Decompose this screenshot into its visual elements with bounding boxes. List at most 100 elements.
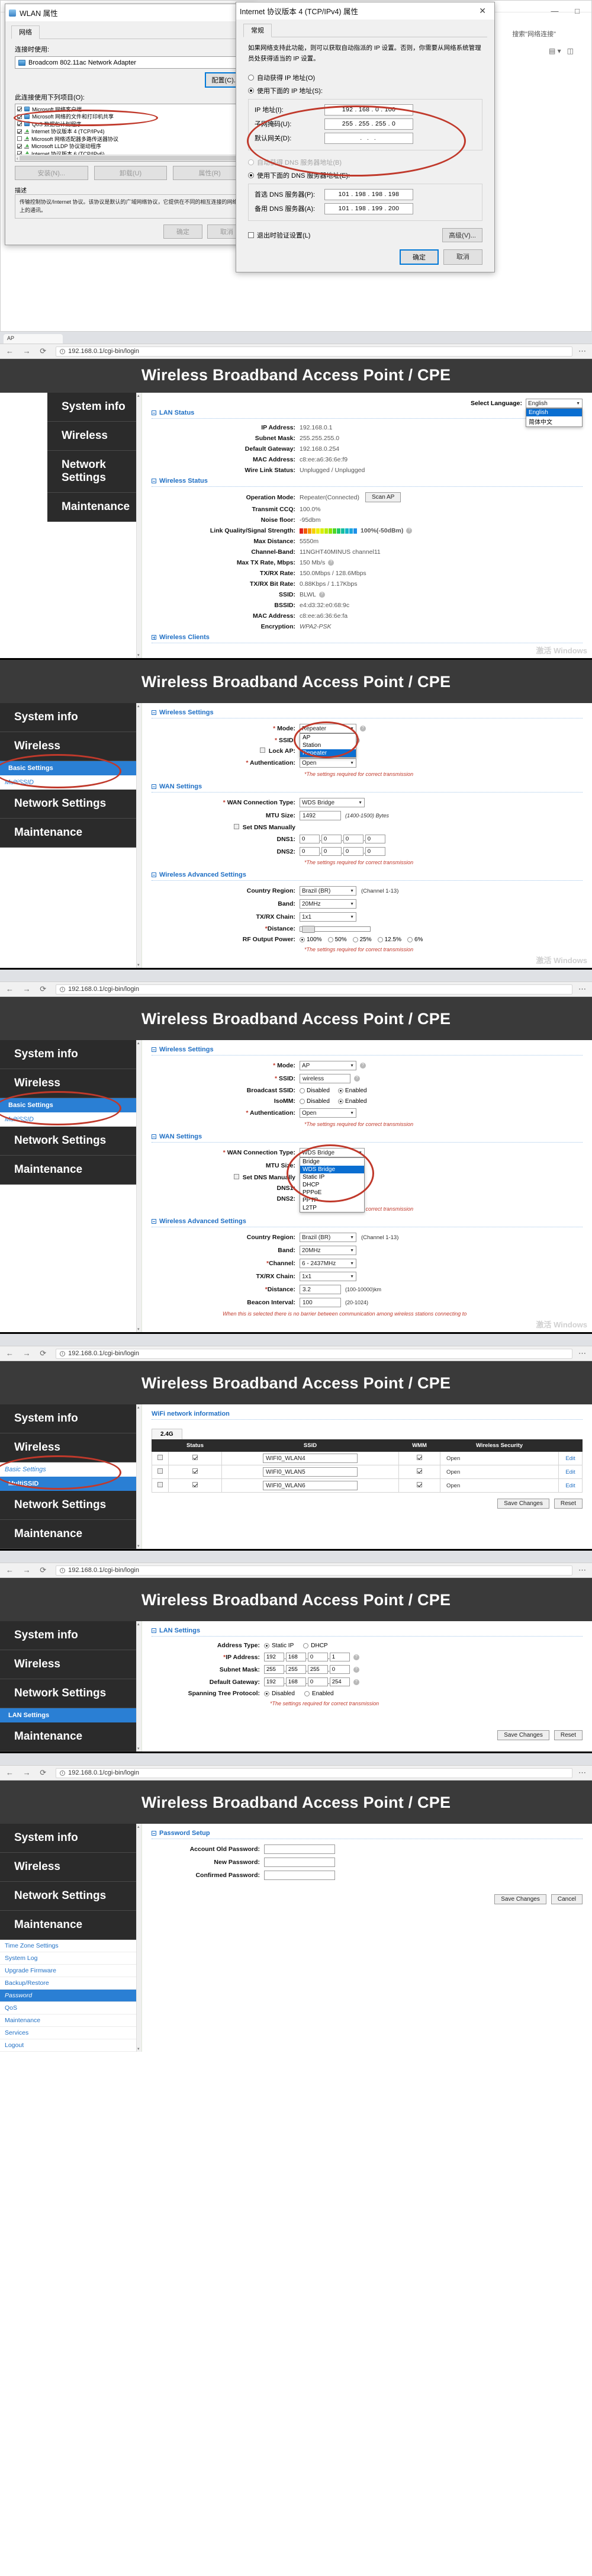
edit-link[interactable]: Edit: [558, 1451, 583, 1465]
sidebar-item-system-info[interactable]: System info: [0, 1621, 136, 1650]
list-item[interactable]: Microsoft LLDP 协议驱动程序: [15, 143, 246, 150]
mask-octet[interactable]: 255: [285, 1665, 306, 1674]
sidebar-item-lan-settings[interactable]: LAN Settings: [0, 1708, 136, 1722]
help-icon[interactable]: ?: [354, 1076, 360, 1082]
save-changes-button[interactable]: Save Changes: [494, 1894, 546, 1904]
dns1-octet[interactable]: 0: [343, 835, 363, 843]
rf-radio[interactable]: [352, 936, 358, 942]
rf-radio[interactable]: [407, 936, 413, 942]
wireless-settings-section-title[interactable]: Wireless Settings: [152, 1046, 583, 1053]
expand-icon[interactable]: [152, 635, 156, 640]
dns1-octet[interactable]: 0: [300, 835, 320, 843]
sidebar-item-wireless[interactable]: Wireless: [0, 1650, 136, 1679]
status-checkbox[interactable]: [192, 1482, 198, 1487]
uninstall-button[interactable]: 卸载(U): [94, 166, 168, 180]
mode-select[interactable]: AP ▼: [300, 1061, 356, 1070]
rf-option[interactable]: 100%: [300, 936, 322, 943]
dns1-field[interactable]: 101 . 198 . 198 . 198: [324, 188, 413, 200]
list-item-tcpipv4[interactable]: Internet 协议版本 4 (TCP/IPv4): [15, 128, 246, 136]
browser-menu-icon[interactable]: ⋯: [578, 1566, 586, 1575]
stp-disabled-option[interactable]: Disabled: [264, 1690, 295, 1697]
wmm-checkbox[interactable]: [417, 1468, 422, 1474]
radio[interactable]: [337, 1087, 343, 1093]
rf-radio[interactable]: [327, 936, 333, 942]
help-icon[interactable]: ?: [328, 560, 334, 566]
edit-link[interactable]: Edit: [558, 1478, 583, 1493]
row-select-checkbox[interactable]: [157, 1482, 163, 1487]
rf-option[interactable]: 12.5%: [377, 936, 401, 943]
gateway-octet[interactable]: 192: [264, 1677, 284, 1686]
rf-option[interactable]: 25%: [352, 936, 372, 943]
dropdown-option[interactable]: Bridge: [300, 1158, 364, 1166]
sidebar-item-logout[interactable]: Logout: [0, 2039, 136, 2052]
browser-menu-icon[interactable]: ⋯: [578, 1349, 586, 1358]
auth-select[interactable]: Open ▼: [300, 758, 356, 768]
wan-settings-section-title[interactable]: WAN Settings: [152, 1133, 583, 1140]
address-bar[interactable]: i 192.168.0.1/cgi-bin/login: [56, 1565, 572, 1576]
address-type-static-option[interactable]: Static IP: [264, 1643, 294, 1649]
sidebar-item-wireless[interactable]: Wireless: [0, 1433, 136, 1462]
collapse-icon[interactable]: [152, 1831, 156, 1836]
sidebar-item-network-settings[interactable]: Network Settings: [0, 1127, 136, 1156]
sidebar-item-network-settings[interactable]: Network Settings: [0, 790, 136, 819]
save-changes-button[interactable]: Save Changes: [497, 1499, 549, 1509]
dropdown-option[interactable]: WDS Bridge: [300, 1166, 364, 1173]
ip-octet[interactable]: 192: [264, 1653, 284, 1661]
edit-link[interactable]: Edit: [558, 1465, 583, 1479]
close-icon[interactable]: ✕: [474, 6, 491, 16]
item-checkbox[interactable]: [17, 107, 22, 112]
wan-settings-section-title[interactable]: WAN Settings: [152, 783, 583, 790]
band-select[interactable]: 20MHz ▼: [300, 1246, 356, 1255]
wan-type-select[interactable]: WDS Bridge ▼: [300, 1148, 365, 1157]
browser-nav-icons[interactable]: ← → ⟳: [6, 1768, 50, 1778]
sidebar-item-wireless[interactable]: Wireless: [0, 732, 136, 761]
sidebar-item-maintenance[interactable]: Maintenance: [0, 1722, 136, 1751]
content-scrollbar[interactable]: [136, 393, 141, 658]
mask-octet[interactable]: 255: [264, 1665, 284, 1674]
sidebar-item-network-settings[interactable]: Network Settings: [0, 1491, 136, 1520]
table-row[interactable]: WIFI0_WLAN4 Open Edit: [152, 1451, 583, 1465]
ssid-input[interactable]: WIFI0_WLAN6: [263, 1481, 358, 1490]
wan-type-dropdown-open[interactable]: Bridge WDS Bridge Static IP DHCP PPPoE P…: [300, 1157, 365, 1212]
band-tab-2g[interactable]: 2.4G: [152, 1429, 182, 1439]
sidebar-item-basic-settings[interactable]: Basic Settings: [0, 1462, 136, 1477]
ssid-input[interactable]: WIFI0_WLAN4: [263, 1454, 358, 1463]
password-setup-section-title[interactable]: Password Setup: [152, 1830, 583, 1837]
item-checkbox[interactable]: [17, 143, 22, 149]
ip-octet[interactable]: 1: [329, 1653, 350, 1661]
lock-ap-checkbox[interactable]: [259, 748, 265, 753]
help-icon[interactable]: ?: [360, 1063, 366, 1069]
tcpip-tabs[interactable]: 常规: [243, 24, 487, 37]
set-dns-checkbox[interactable]: [233, 1174, 239, 1179]
content-scrollbar[interactable]: [136, 1621, 141, 1751]
gateway-octet[interactable]: 0: [307, 1677, 328, 1686]
item-checkbox[interactable]: [17, 136, 22, 142]
help-icon[interactable]: ?: [406, 528, 413, 534]
default-gateway-field[interactable]: . . .: [324, 132, 413, 144]
browser-nav-icons[interactable]: ← → ⟳: [6, 347, 50, 356]
dropdown-option[interactable]: PPPoE: [300, 1189, 364, 1196]
country-select[interactable]: Brazil (BR) ▼: [300, 1233, 356, 1242]
auth-select[interactable]: Open ▼: [300, 1108, 356, 1118]
band-select[interactable]: 20MHz ▼: [300, 899, 356, 909]
dns2-octet[interactable]: 0: [321, 847, 342, 856]
radio[interactable]: [304, 1690, 310, 1696]
status-checkbox[interactable]: [192, 1468, 198, 1474]
confirm-password-input[interactable]: [264, 1871, 335, 1880]
sidebar-item-basic-settings[interactable]: Basic Settings: [0, 761, 136, 775]
mode-select[interactable]: Repeater ▼: [300, 724, 356, 733]
channel-select[interactable]: 6 - 2437MHz ▼: [300, 1259, 356, 1268]
dns2-octet[interactable]: 0: [300, 847, 320, 856]
content-scrollbar[interactable]: [136, 1824, 141, 2052]
browser-menu-icon[interactable]: ⋯: [578, 347, 586, 356]
content-scrollbar[interactable]: [136, 1404, 141, 1549]
language-select[interactable]: English ▼: [526, 399, 583, 408]
collapse-icon[interactable]: [152, 1047, 156, 1052]
radio-manual-dns[interactable]: [248, 172, 254, 178]
tab-general[interactable]: 常规: [243, 24, 272, 37]
browser-nav-icons[interactable]: ← → ⟳: [6, 1566, 50, 1575]
address-bar[interactable]: i 192.168.0.1/cgi-bin/login: [56, 984, 572, 995]
radio[interactable]: [264, 1690, 269, 1696]
dropdown-option[interactable]: Repeater: [300, 749, 356, 757]
sidebar-item-maintenance[interactable]: Maintenance: [0, 1156, 136, 1185]
